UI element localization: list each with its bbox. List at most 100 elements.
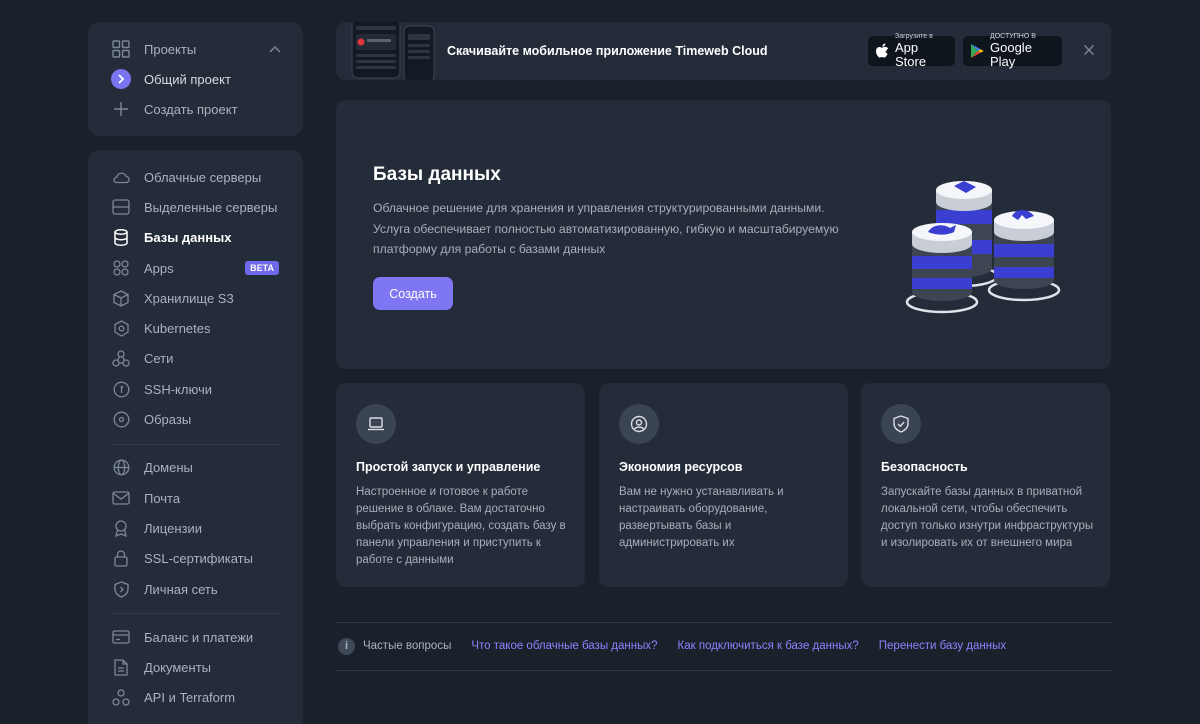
sidebar-item-label: Баланс и платежи (144, 629, 254, 645)
sidebar-item-apps[interactable]: Apps BETA (88, 253, 303, 283)
create-project-label: Создать проект (144, 101, 238, 117)
banner-text: Скачивайте мобильное приложение Timeweb … (447, 44, 768, 58)
sidebar-item-label: SSL-сертификаты (144, 551, 253, 567)
google-play-big-label: Google Play (990, 40, 1032, 69)
network-icon (110, 348, 132, 370)
nav-divider (112, 443, 281, 445)
license-icon (110, 517, 132, 539)
server-icon (110, 196, 132, 218)
feature-text: Настроенное и готовое к работе решение в… (356, 486, 566, 566)
chevron-right-icon (111, 69, 131, 89)
sidebar-item-label: Личная сеть (144, 581, 218, 597)
sidebar-item-licenses[interactable]: Лицензии (88, 513, 303, 543)
beta-badge: BETA (245, 261, 279, 276)
google-play-icon (970, 43, 984, 59)
sidebar-item-s3[interactable]: Хранилище S3 (88, 283, 303, 313)
disk-image-icon (110, 409, 132, 431)
sidebar-item-ssh-keys[interactable]: SSH-ключи (88, 374, 303, 404)
create-button[interactable]: Создать (373, 277, 453, 310)
key-icon (110, 378, 132, 400)
create-project-button[interactable]: Создать проект (88, 94, 303, 124)
sidebar-item-databases[interactable]: Базы данных (88, 223, 303, 253)
google-play-button[interactable]: ДОСТУПНО В Google Play (963, 33, 1062, 69)
faq-label: Частые вопросы (363, 640, 452, 652)
faq-link-what-is[interactable]: Что такое облачные базы данных? (471, 640, 657, 652)
sidebar-item-label: API и Terraform (144, 690, 236, 706)
user-circle-icon (619, 404, 659, 444)
sidebar-nav: Облачные серверы Выделенные серверы Базы… (88, 150, 303, 724)
sidebar-item-documents[interactable]: Документы (88, 652, 303, 682)
project-avatar (110, 68, 132, 90)
shield-check-icon (881, 404, 921, 444)
wallet-icon (110, 626, 132, 648)
databases-hero: Базы данных Облачное решение для хранени… (336, 100, 1111, 369)
projects-header[interactable]: Проекты (88, 34, 303, 64)
sidebar-item-label: Документы (144, 660, 212, 676)
sidebar-item-cloud-servers[interactable]: Облачные серверы (88, 162, 303, 192)
apps-grid-icon (110, 257, 132, 279)
page-title: Базы данных (373, 164, 501, 185)
mail-icon (110, 487, 132, 509)
faq-divider-bottom (336, 670, 1111, 671)
feature-title: Экономия ресурсов (619, 460, 743, 474)
faq-divider-top (336, 622, 1111, 623)
sidebar-item-label: Kubernetes (144, 321, 211, 337)
plus-icon (110, 98, 132, 120)
document-icon (110, 657, 132, 679)
grid-icon (110, 38, 132, 60)
feature-card-easy-launch: Простой запуск и управление Настроенное … (336, 383, 585, 587)
sidebar-item-networks[interactable]: Сети (88, 344, 303, 374)
sidebar-item-label: Базы данных (144, 230, 232, 246)
sidebar-item-label: Выделенные серверы (144, 199, 278, 215)
sidebar-item-ssl[interactable]: SSL-сертификаты (88, 544, 303, 574)
sidebar-item-private-network[interactable]: Личная сеть (88, 574, 303, 604)
sidebar-item-balance[interactable]: Баланс и платежи (88, 622, 303, 652)
shield-icon (110, 578, 132, 600)
project-item-general[interactable]: Общий проект (88, 64, 303, 94)
info-icon: i (338, 637, 355, 655)
apple-icon (875, 43, 889, 59)
cloud-icon (110, 166, 132, 188)
sidebar-item-label: Apps (144, 260, 174, 276)
feature-text: Запускайте базы данных в приватной локал… (881, 486, 1094, 549)
laptop-icon (356, 404, 396, 444)
feature-title: Безопасность (881, 460, 968, 474)
feature-title: Простой запуск и управление (356, 460, 541, 474)
sidebar-item-label: Сети (144, 351, 174, 367)
database-icon (110, 227, 132, 249)
feature-card-security: Безопасность Запускайте базы данных в пр… (861, 383, 1110, 587)
chevron-up-icon[interactable] (269, 45, 281, 53)
sidebar-item-api[interactable]: API и Terraform (88, 683, 303, 713)
faq-link-how-connect[interactable]: Как подключиться к базе данных? (678, 640, 859, 652)
feature-card-resource-saving: Экономия ресурсов Вам не нужно устанавли… (599, 383, 848, 587)
sidebar-item-kubernetes[interactable]: Kubernetes (88, 313, 303, 343)
projects-panel: Проекты Общий проект Создать проект (88, 22, 303, 136)
database-stack-illustration (905, 181, 1061, 314)
feature-text: Вам не нужно устанавливать и настраивать… (619, 486, 784, 549)
sidebar-item-mail[interactable]: Почта (88, 483, 303, 513)
sidebar-item-label: Облачные серверы (144, 169, 262, 185)
nav-divider (112, 613, 281, 615)
cube-icon (110, 287, 132, 309)
sidebar-item-label: Лицензии (144, 520, 202, 536)
sidebar-item-label: Домены (144, 460, 193, 476)
sidebar-item-images[interactable]: Образы (88, 404, 303, 434)
globe-icon (110, 457, 132, 479)
sidebar-item-dedicated-servers[interactable]: Выделенные серверы (88, 192, 303, 222)
mobile-app-banner: Скачивайте мобильное приложение Timeweb … (336, 22, 1111, 80)
sidebar-item-domains[interactable]: Домены (88, 453, 303, 483)
kubernetes-icon (110, 318, 132, 340)
app-store-button[interactable]: Загрузите в App Store (868, 33, 955, 69)
sidebar-item-label: Хранилище S3 (144, 290, 234, 306)
hero-description: Облачное решение для хранения и управлен… (373, 201, 839, 256)
projects-header-label: Проекты (144, 41, 197, 57)
faq-bar: i Частые вопросы Что такое облачные базы… (338, 637, 1026, 655)
sidebar-item-label: SSH-ключи (144, 381, 212, 397)
sidebar-item-label: Почта (144, 490, 181, 506)
project-item-label: Общий проект (144, 71, 231, 87)
faq-link-migrate[interactable]: Перенести базу данных (879, 640, 1006, 652)
sidebar-item-label: Образы (144, 412, 192, 428)
api-icon (110, 687, 132, 709)
phone-illustration (351, 22, 435, 80)
close-icon[interactable] (1081, 42, 1097, 58)
